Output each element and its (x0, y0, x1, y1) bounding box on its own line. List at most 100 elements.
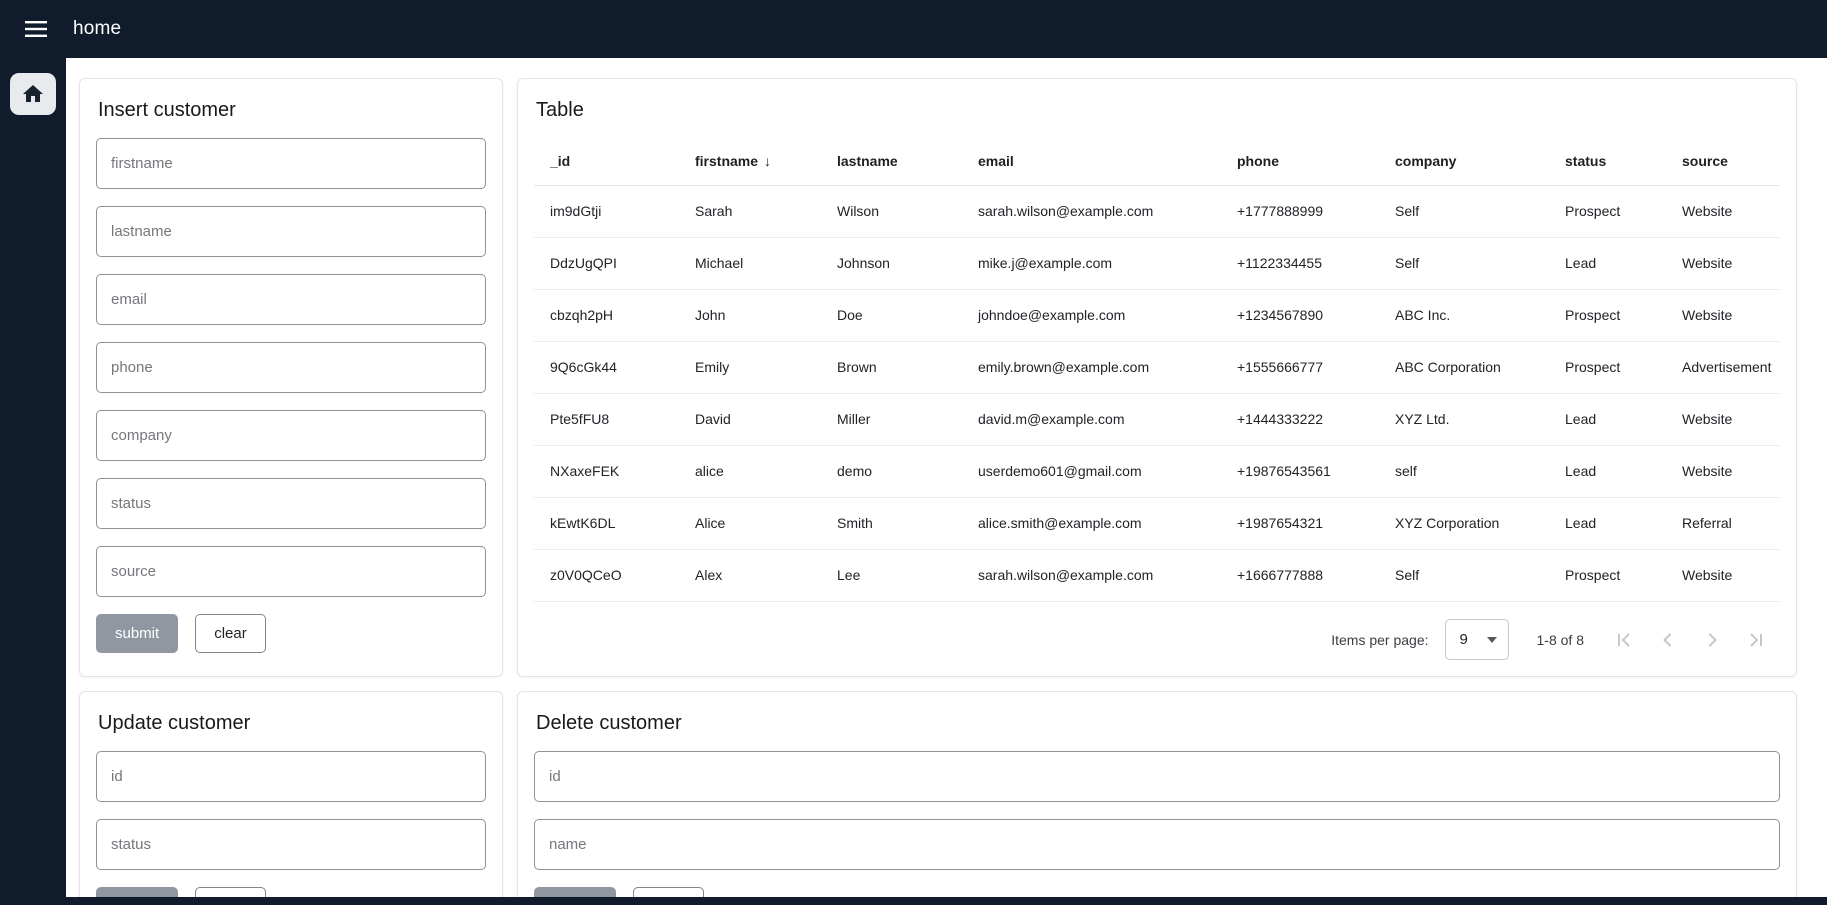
cell-lastname: Lee (821, 549, 962, 601)
cell-id: 9Q6cGk44 (534, 341, 679, 393)
cell-email: emily.brown@example.com (962, 341, 1221, 393)
cell-firstname: alice (679, 445, 821, 497)
table-title: Table (536, 97, 1780, 123)
column-header-id[interactable]: _id (534, 138, 679, 185)
cell-firstname: Emily (679, 341, 821, 393)
company-input[interactable] (96, 410, 486, 461)
last-page-icon (1744, 628, 1768, 652)
page-size-select[interactable]: 9 (1445, 619, 1509, 660)
page-title: home (73, 18, 121, 40)
table-row: cbzqh2pH John Doe johndoe@example.com +1… (534, 289, 1780, 341)
insert-customer-title: Insert customer (98, 97, 486, 123)
menu-icon (25, 21, 47, 37)
cell-email: sarah.wilson@example.com (962, 185, 1221, 237)
cell-id: im9dGtji (534, 185, 679, 237)
home-icon (21, 82, 45, 106)
cell-source: Website (1666, 237, 1780, 289)
cell-firstname: Sarah (679, 185, 821, 237)
cell-email: johndoe@example.com (962, 289, 1221, 341)
table-header-row: _id firstname↓ lastname email phone comp… (534, 138, 1780, 185)
items-per-page-label: Items per page: (1331, 632, 1428, 648)
customers-table: _id firstname↓ lastname email phone comp… (534, 138, 1780, 602)
update-customer-card: Update customer submit clear (79, 691, 503, 905)
cell-firstname: Michael (679, 237, 821, 289)
cell-status: Prospect (1549, 185, 1666, 237)
cell-source: Website (1666, 289, 1780, 341)
column-header-lastname[interactable]: lastname (821, 138, 962, 185)
table-row: im9dGtji Sarah Wilson sarah.wilson@examp… (534, 185, 1780, 237)
cell-lastname: Johnson (821, 237, 962, 289)
column-header-status[interactable]: status (1549, 138, 1666, 185)
cell-firstname: David (679, 393, 821, 445)
cell-id: z0V0QCeO (534, 549, 679, 601)
delete-customer-title: Delete customer (536, 710, 1780, 736)
insert-clear-button[interactable]: clear (195, 614, 266, 653)
cell-company: ABC Corporation (1379, 341, 1549, 393)
cell-phone: +1987654321 (1221, 497, 1379, 549)
previous-page-icon (1656, 628, 1680, 652)
cell-status: Lead (1549, 237, 1666, 289)
email-input[interactable] (96, 274, 486, 325)
column-header-source[interactable]: source (1666, 138, 1780, 185)
cell-id: kEwtK6DL (534, 497, 679, 549)
cell-email: alice.smith@example.com (962, 497, 1221, 549)
topbar: home (0, 0, 1827, 58)
column-header-company[interactable]: company (1379, 138, 1549, 185)
cell-email: sarah.wilson@example.com (962, 549, 1221, 601)
table-row: DdzUgQPI Michael Johnson mike.j@example.… (534, 237, 1780, 289)
column-header-email[interactable]: email (962, 138, 1221, 185)
phone-input[interactable] (96, 342, 486, 393)
cell-lastname: Doe (821, 289, 962, 341)
cell-source: Referral (1666, 497, 1780, 549)
paginator-range-label: 1-8 of 8 (1537, 632, 1584, 648)
home-nav-button[interactable] (10, 73, 56, 115)
cell-phone: +1444333222 (1221, 393, 1379, 445)
cell-company: Self (1379, 185, 1549, 237)
page-size-value: 9 (1460, 631, 1468, 648)
cell-status: Prospect (1549, 549, 1666, 601)
cell-lastname: Smith (821, 497, 962, 549)
update-customer-title: Update customer (98, 710, 486, 736)
cell-email: mike.j@example.com (962, 237, 1221, 289)
last-page-button[interactable] (1734, 618, 1778, 662)
column-header-phone[interactable]: phone (1221, 138, 1379, 185)
next-page-button[interactable] (1690, 618, 1734, 662)
cell-status: Lead (1549, 445, 1666, 497)
dropdown-arrow-icon (1487, 637, 1497, 643)
cell-email: david.m@example.com (962, 393, 1221, 445)
update-status-input[interactable] (96, 819, 486, 870)
first-page-button[interactable] (1602, 618, 1646, 662)
table-card: Table _id firstname↓ lastname email phon… (517, 78, 1797, 677)
table-row: kEwtK6DL Alice Smith alice.smith@example… (534, 497, 1780, 549)
cell-company: XYZ Corporation (1379, 497, 1549, 549)
source-input[interactable] (96, 546, 486, 597)
column-header-firstname[interactable]: firstname↓ (679, 138, 821, 185)
cell-company: Self (1379, 237, 1549, 289)
status-input[interactable] (96, 478, 486, 529)
cell-email: userdemo601@gmail.com (962, 445, 1221, 497)
cell-source: Advertisement (1666, 341, 1780, 393)
insert-buttons: submit clear (96, 614, 486, 653)
delete-id-input[interactable] (534, 751, 1780, 802)
insert-submit-button[interactable]: submit (96, 614, 178, 653)
menu-button[interactable] (21, 14, 51, 44)
table-row: 9Q6cGk44 Emily Brown emily.brown@example… (534, 341, 1780, 393)
cell-source: Website (1666, 185, 1780, 237)
paginator: Items per page: 9 1-8 of 8 (534, 602, 1780, 678)
cell-phone: +1555666777 (1221, 341, 1379, 393)
cell-id: DdzUgQPI (534, 237, 679, 289)
lastname-input[interactable] (96, 206, 486, 257)
delete-name-input[interactable] (534, 819, 1780, 870)
window-bottom-edge (0, 897, 1827, 905)
cell-lastname: Brown (821, 341, 962, 393)
update-id-input[interactable] (96, 751, 486, 802)
cell-phone: +1122334455 (1221, 237, 1379, 289)
previous-page-button[interactable] (1646, 618, 1690, 662)
main-content: Insert customer submit clear Table _id (66, 58, 1827, 905)
firstname-input[interactable] (96, 138, 486, 189)
cell-lastname: Miller (821, 393, 962, 445)
cell-source: Website (1666, 445, 1780, 497)
cell-phone: +1666777888 (1221, 549, 1379, 601)
cell-company: self (1379, 445, 1549, 497)
cell-phone: +19876543561 (1221, 445, 1379, 497)
